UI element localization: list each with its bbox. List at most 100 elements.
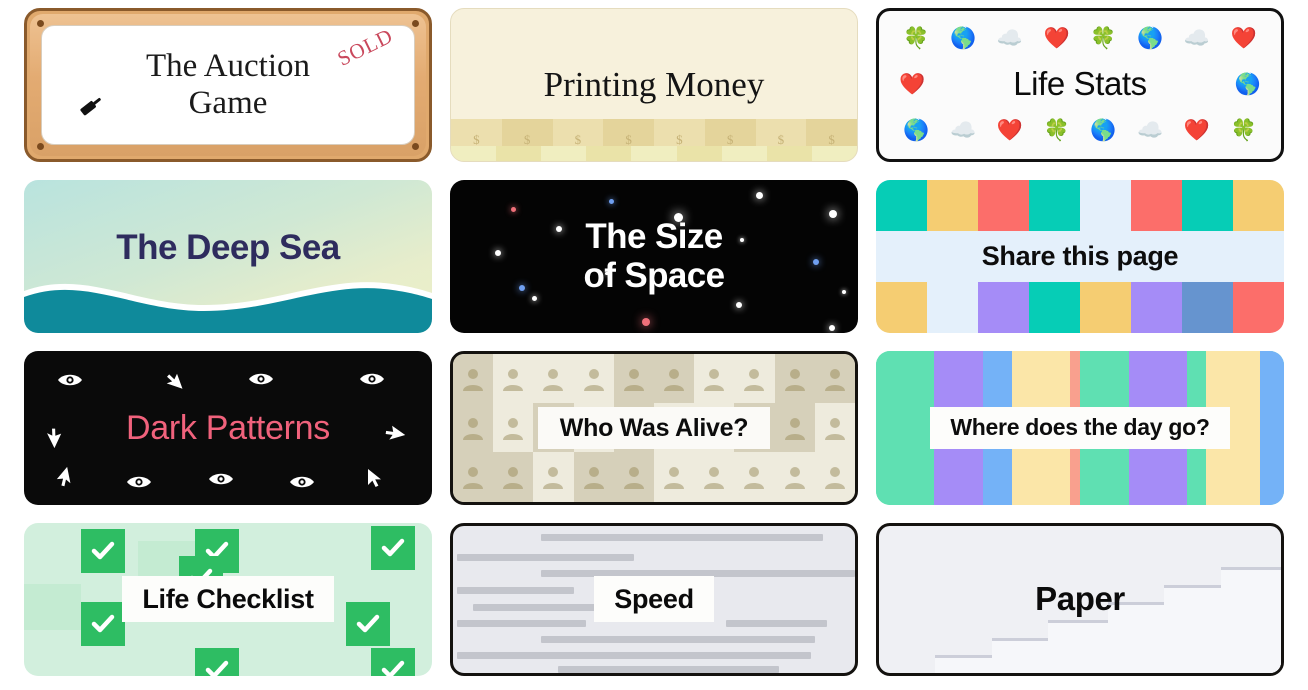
card-title: The Size of Space [583, 217, 725, 296]
star-icon [735, 302, 742, 309]
emoji-row-top: 🍀 🌎 ☁️ ❤️ 🍀 🌎 ☁️ ❤️ [893, 27, 1267, 51]
color-tile [1080, 281, 1131, 333]
star-icon [829, 325, 836, 332]
title-label: Who Was Alive? [537, 406, 771, 449]
eye-icon [359, 371, 385, 392]
card-share-this-page[interactable]: Share this page [876, 179, 1284, 333]
clover-icon: 🍀 [1090, 27, 1117, 50]
check-icon [81, 602, 126, 647]
paper-sheet [1220, 566, 1281, 673]
color-tile [1233, 281, 1284, 333]
person-silhouette-icon [533, 452, 574, 502]
person-silhouette-icon [814, 354, 855, 404]
person-silhouette-icon [493, 354, 534, 404]
card-title: The Auction Game [145, 47, 311, 121]
star-icon [641, 317, 650, 326]
eye-icon [208, 471, 234, 492]
cursor-arrow-icon [367, 468, 384, 493]
clover-icon: 🍀 [903, 27, 930, 50]
color-tile [1182, 281, 1233, 333]
check-icon [195, 648, 240, 676]
color-stripe [1259, 351, 1284, 505]
color-tile [927, 281, 978, 333]
star-icon [494, 250, 501, 257]
card-the-deep-sea[interactable]: The Deep Sea [24, 179, 432, 333]
card-speed[interactable]: Speed [450, 522, 858, 676]
card-title: Life Checklist [142, 584, 314, 615]
card-who-was-alive[interactable]: Who Was Alive? [450, 351, 858, 505]
person-silhouette-icon [533, 354, 574, 404]
person-silhouette-icon [493, 452, 534, 502]
gavel-icon [77, 94, 107, 129]
title-label: Life Checklist [122, 576, 334, 623]
eye-icon [248, 371, 274, 392]
earth-globe-icon: 🌎 [1137, 27, 1164, 50]
card-title: Life Stats [1013, 65, 1147, 103]
cloud-icon: ☁️ [1137, 118, 1164, 142]
motion-line [473, 603, 598, 611]
card-printing-money[interactable]: $ $ $ $ $ $ $ $ Printing Money [450, 8, 858, 162]
person-silhouette-icon [774, 403, 815, 453]
card-dark-patterns[interactable]: Dark Patterns [24, 351, 432, 505]
heart-icon: ❤️ [1230, 27, 1257, 50]
clover-icon: 🍀 [1043, 118, 1070, 142]
heart-icon: ❤️ [1183, 118, 1210, 142]
color-tile [1233, 179, 1284, 231]
person-silhouette-icon [774, 452, 815, 502]
person-silhouette-icon [613, 354, 654, 404]
rivet-icon [37, 20, 44, 27]
star-icon [511, 207, 517, 213]
person-silhouette-icon [493, 403, 534, 453]
banknote-tile-lower [721, 145, 767, 161]
cursor-arrow-icon [51, 465, 80, 495]
card-life-stats[interactable]: 🍀 🌎 ☁️ ❤️ 🍀 🌎 ☁️ ❤️ ❤️ 🌎 🌎 ☁️ ❤️ 🍀 🌎 ☁️ ❤️ 🍀 Life Stat… [876, 8, 1284, 162]
star-icon [531, 296, 537, 302]
card-title: Paper [1035, 579, 1125, 617]
card-the-size-of-space[interactable]: The Size of Space [450, 179, 858, 333]
motion-line [457, 553, 634, 561]
card-title: Speed [614, 584, 694, 615]
star-icon [756, 191, 763, 199]
cursor-arrow-icon [159, 366, 184, 395]
color-tile [1182, 179, 1233, 231]
motion-line [541, 534, 823, 542]
card-where-does-the-day-go[interactable]: Where does the day go? [876, 351, 1284, 505]
color-tile [1029, 179, 1080, 231]
star-icon [829, 210, 838, 219]
cursor-arrow-icon [40, 419, 66, 449]
tint-block [24, 583, 82, 630]
card-title: Printing Money [543, 65, 765, 105]
cloud-icon: ☁️ [1183, 27, 1210, 50]
person-silhouette-icon [613, 452, 654, 502]
banknote-tile-lower [451, 145, 497, 161]
title-label: Speed [594, 576, 714, 623]
banknote-tile-lower [766, 145, 812, 161]
earth-globe-icon: 🌎 [1090, 118, 1117, 142]
person-silhouette-icon [694, 452, 735, 502]
card-title: Where does the day go? [950, 413, 1210, 440]
person-silhouette-icon [453, 452, 494, 502]
card-paper[interactable]: Paper [876, 522, 1284, 676]
star-icon [519, 285, 526, 292]
color-tile [1131, 179, 1182, 231]
star-icon [556, 225, 563, 232]
check-icon [370, 525, 415, 570]
card-title: Share this page [981, 241, 1179, 272]
motion-line [541, 636, 815, 644]
cursor-arrow-icon [376, 420, 406, 448]
motion-line [457, 652, 811, 660]
banknote-tile-lower [586, 145, 632, 161]
eye-icon [289, 474, 315, 495]
color-tile [876, 179, 927, 231]
eye-icon [126, 474, 152, 495]
card-auction-game[interactable]: SOLD The Auction Game [24, 8, 432, 162]
cloud-icon: ☁️ [996, 27, 1023, 50]
person-silhouette-icon [814, 452, 855, 502]
color-tile [876, 281, 927, 333]
person-silhouette-icon [654, 354, 695, 404]
banknote-tile-lower [496, 145, 542, 161]
heart-icon: ❤️ [996, 118, 1023, 142]
color-tile [1029, 281, 1080, 333]
banknote-strip-lower [451, 145, 857, 161]
card-life-checklist[interactable]: Life Checklist [24, 522, 432, 676]
